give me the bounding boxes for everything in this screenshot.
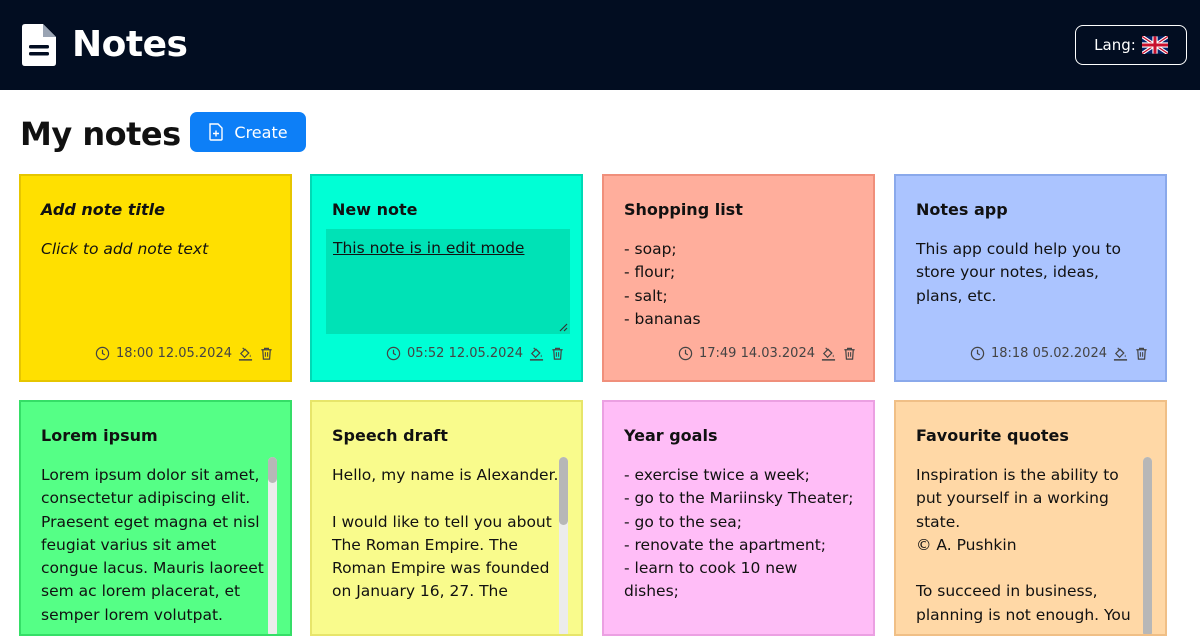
resize-grip-icon[interactable] bbox=[558, 322, 568, 332]
note-text[interactable]: - exercise twice a week; - go to the Mar… bbox=[624, 464, 854, 604]
note-title[interactable]: Add note title bbox=[41, 200, 165, 219]
note-text[interactable]: Inspiration is the ability to put yourse… bbox=[916, 464, 1146, 627]
note-scrollbar[interactable] bbox=[268, 457, 277, 634]
note-title[interactable]: Favourite quotes bbox=[916, 426, 1069, 445]
language-button[interactable]: Lang: bbox=[1075, 25, 1187, 65]
trash-icon[interactable] bbox=[550, 346, 565, 361]
note-title[interactable]: Year goals bbox=[624, 426, 717, 445]
create-label: Create bbox=[234, 122, 288, 142]
note-footer: 18:18 05.02.2024 bbox=[970, 346, 1149, 361]
note-text[interactable]: Click to add note text bbox=[41, 238, 271, 261]
note-card[interactable]: Add note title Click to add note text 18… bbox=[19, 174, 292, 382]
note-scrollbar[interactable] bbox=[1143, 457, 1152, 634]
clock-icon bbox=[678, 346, 693, 361]
note-card[interactable]: Speech draft Hello, my name is Alexander… bbox=[310, 400, 583, 636]
note-text[interactable]: Lorem ipsum dolor sit amet, consectetur … bbox=[41, 464, 271, 627]
note-title[interactable]: Notes app bbox=[916, 200, 1008, 219]
note-timestamp: 05:52 12.05.2024 bbox=[406, 346, 523, 361]
note-scroll-thumb[interactable] bbox=[268, 457, 277, 483]
clock-icon bbox=[386, 346, 401, 361]
app-logo[interactable]: Notes bbox=[22, 24, 188, 66]
app-header: Notes Lang: bbox=[0, 0, 1200, 90]
clock-icon bbox=[970, 346, 985, 361]
note-card[interactable]: Year goals - exercise twice a week; - go… bbox=[602, 400, 875, 636]
note-timestamp: 17:49 14.03.2024 bbox=[698, 346, 815, 361]
clock-icon bbox=[95, 346, 110, 361]
note-scroll-thumb[interactable] bbox=[1143, 457, 1152, 634]
paint-bucket-icon[interactable] bbox=[1113, 346, 1128, 361]
note-footer: 17:49 14.03.2024 bbox=[678, 346, 857, 361]
trash-icon[interactable] bbox=[842, 346, 857, 361]
document-icon bbox=[22, 24, 56, 66]
note-scroll-thumb[interactable] bbox=[559, 457, 568, 525]
uk-flag-icon bbox=[1141, 36, 1168, 54]
note-card[interactable]: Notes app This app could help you to sto… bbox=[894, 174, 1167, 382]
trash-icon[interactable] bbox=[259, 346, 274, 361]
note-title[interactable]: New note bbox=[332, 200, 417, 219]
paint-bucket-icon[interactable] bbox=[821, 346, 836, 361]
trash-icon[interactable] bbox=[1134, 346, 1149, 361]
note-text[interactable]: This note is in edit mode bbox=[333, 239, 524, 257]
note-text[interactable]: - soap; - flour; - salt; - bananas bbox=[624, 238, 854, 331]
note-card[interactable]: Favourite quotes Inspiration is the abil… bbox=[894, 400, 1167, 636]
note-title[interactable]: Speech draft bbox=[332, 426, 448, 445]
file-plus-icon bbox=[209, 123, 224, 141]
note-title[interactable]: Shopping list bbox=[624, 200, 743, 219]
note-text[interactable]: This app could help you to store your no… bbox=[916, 238, 1146, 308]
language-label: Lang: bbox=[1094, 36, 1136, 54]
note-card[interactable]: Lorem ipsum Lorem ipsum dolor sit amet, … bbox=[19, 400, 292, 636]
note-card[interactable]: New note This note is in edit mode 05:52… bbox=[310, 174, 583, 382]
note-text-editor[interactable]: This note is in edit mode bbox=[326, 229, 570, 334]
app-title: Notes bbox=[72, 24, 188, 65]
note-footer: 05:52 12.05.2024 bbox=[386, 346, 565, 361]
note-timestamp: 18:18 05.02.2024 bbox=[990, 346, 1107, 361]
note-text[interactable]: Hello, my name is Alexander. I would lik… bbox=[332, 464, 562, 604]
note-scrollbar[interactable] bbox=[559, 457, 568, 634]
note-card[interactable]: Shopping list - soap; - flour; - salt; -… bbox=[602, 174, 875, 382]
create-note-button[interactable]: Create bbox=[190, 112, 306, 152]
note-footer: 18:00 12.05.2024 bbox=[95, 346, 274, 361]
note-timestamp: 18:00 12.05.2024 bbox=[115, 346, 232, 361]
note-title[interactable]: Lorem ipsum bbox=[41, 426, 158, 445]
paint-bucket-icon[interactable] bbox=[238, 346, 253, 361]
paint-bucket-icon[interactable] bbox=[529, 346, 544, 361]
page-title: My notes bbox=[20, 115, 181, 153]
